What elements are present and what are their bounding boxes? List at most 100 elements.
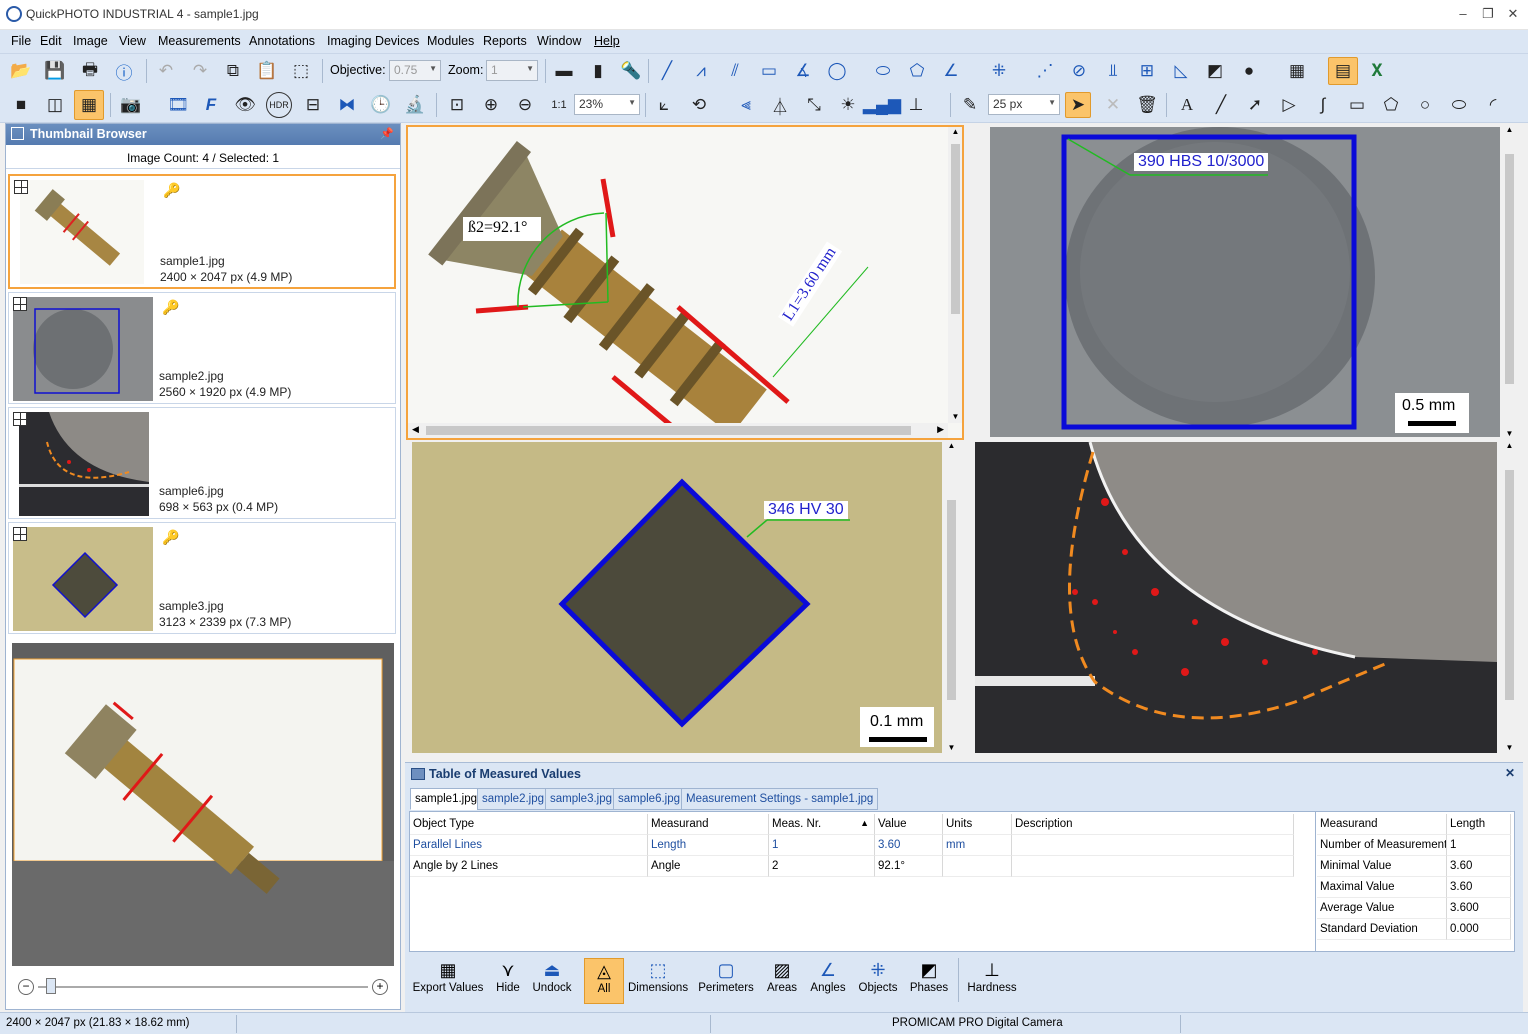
image-view-sample6[interactable]: ▲ ▼ bbox=[966, 441, 1522, 754]
single-view-icon[interactable]: ■ bbox=[8, 92, 34, 118]
distance-points-icon[interactable]: ⋰ bbox=[1032, 58, 1058, 84]
angle-measure-icon[interactable]: ∡ bbox=[790, 58, 816, 84]
export-values-button[interactable]: ▦ Export Values bbox=[412, 958, 484, 1004]
curve-tool-icon[interactable]: ∫ bbox=[1310, 92, 1336, 118]
resize-icon[interactable]: ⤡ bbox=[801, 92, 827, 118]
circle-fit-icon[interactable]: ⊘ bbox=[1066, 58, 1092, 84]
copy-icon[interactable]: ⧉ bbox=[220, 58, 246, 84]
table-cell[interactable] bbox=[1012, 835, 1294, 856]
extended-focus-icon[interactable]: ⧓ bbox=[334, 92, 360, 118]
trash-icon[interactable]: 🗑 bbox=[1134, 92, 1160, 118]
paste-icon[interactable]: 📋 bbox=[254, 58, 280, 84]
angle-annotation[interactable]: ß2=92.1° bbox=[468, 219, 527, 237]
zoom-percent-select[interactable]: 23% ▼ bbox=[574, 94, 640, 115]
line-tool-icon[interactable]: ╱ bbox=[1208, 92, 1234, 118]
fit-view-icon[interactable]: ⊡ bbox=[444, 92, 470, 118]
table-cell[interactable]: Parallel Lines bbox=[410, 835, 648, 856]
horizontal-scrollbar[interactable]: ◀ ▶ bbox=[408, 423, 948, 438]
stamp-icon[interactable]: ⊥ bbox=[903, 92, 929, 118]
text-tool-icon[interactable]: A bbox=[1174, 92, 1200, 118]
minimize-button[interactable]: – bbox=[1452, 4, 1474, 24]
triangle-ruler-icon[interactable]: ◺ bbox=[1168, 58, 1194, 84]
pointer-icon[interactable]: ➤ bbox=[1065, 92, 1091, 118]
menu-modules[interactable]: Modules bbox=[427, 34, 474, 48]
hide-button[interactable]: ⋎ Hide bbox=[490, 958, 526, 1004]
print-icon[interactable]: 🖶 bbox=[77, 58, 103, 84]
menu-image[interactable]: Image bbox=[73, 34, 108, 48]
table-cell[interactable]: 92.1° bbox=[875, 856, 943, 877]
image-view-sample3[interactable]: 346 HV 30 0.1 mm ▲ ▼ bbox=[406, 441, 964, 754]
tab-sample3[interactable]: sample3.jpg bbox=[545, 788, 618, 810]
table-cell[interactable] bbox=[1012, 856, 1294, 877]
table-cell[interactable]: Angle by 2 Lines bbox=[410, 856, 648, 877]
objective-select[interactable]: 0.75 ▼ bbox=[389, 60, 441, 81]
tab-measurement-settings[interactable]: Measurement Settings - sample1.jpg bbox=[681, 788, 879, 810]
vertical-scrollbar[interactable]: ▲ ▼ bbox=[944, 441, 959, 754]
filter-perimeters-button[interactable]: ▢ Perimeters bbox=[696, 958, 756, 1004]
table-cell[interactable]: 1 bbox=[769, 835, 875, 856]
zoom-out-icon[interactable]: ⊖ bbox=[512, 92, 538, 118]
camera-icon[interactable]: 📷 bbox=[118, 92, 144, 118]
filter-objects-button[interactable]: ⁜ Objects bbox=[855, 958, 901, 1004]
menu-annotations[interactable]: Annotations bbox=[249, 34, 315, 48]
filter-icon[interactable]: F bbox=[198, 92, 224, 118]
column-header[interactable]: Description bbox=[1012, 814, 1294, 835]
arrow-tool-icon[interactable]: ➚ bbox=[1242, 92, 1268, 118]
parallel-lines-icon[interactable]: ⫽ bbox=[722, 58, 748, 84]
menu-measurements[interactable]: Measurements bbox=[158, 34, 241, 48]
maximize-button[interactable]: ❐ bbox=[1477, 4, 1499, 24]
microscope-settings-icon[interactable]: 🔬 bbox=[402, 92, 428, 118]
select-region-icon[interactable]: ⬚ bbox=[288, 58, 314, 84]
zoom-select[interactable]: 1 ▼ bbox=[486, 60, 538, 81]
ellipse-measure-icon[interactable]: ⬭ bbox=[870, 58, 896, 84]
dual-view-icon[interactable]: ◫ bbox=[42, 92, 68, 118]
table-cell[interactable]: mm bbox=[943, 835, 1012, 856]
pin-icon[interactable]: 📌 bbox=[380, 127, 394, 140]
mirror-icon[interactable]: ⏃ bbox=[767, 92, 793, 118]
filter-phases-button[interactable]: ◩ Phases bbox=[906, 958, 952, 1004]
line-measure-icon[interactable]: ╱ bbox=[654, 58, 680, 84]
flip-icon[interactable]: ⫷ bbox=[733, 92, 759, 118]
vertical-scrollbar[interactable]: ▲ ▼ bbox=[1502, 125, 1517, 440]
film-icon[interactable]: 🎞 bbox=[165, 92, 191, 118]
angle-3pt-icon[interactable]: ∠ bbox=[938, 58, 964, 84]
filter-angles-button[interactable]: ∠ Angles bbox=[808, 958, 848, 1004]
grid-icon[interactable]: ▦ bbox=[1284, 58, 1310, 84]
particles-icon[interactable]: ● bbox=[1236, 58, 1262, 84]
column-header[interactable]: Meas. Nr. ▲ bbox=[769, 814, 875, 835]
menu-reports[interactable]: Reports bbox=[483, 34, 527, 48]
stitch-icon[interactable]: ⊟ bbox=[300, 92, 326, 118]
rectangle-measure-icon[interactable]: ▭ bbox=[756, 58, 782, 84]
close-panel-icon[interactable]: ✕ bbox=[1505, 766, 1515, 780]
undo-icon[interactable]: ↶ bbox=[153, 58, 179, 84]
column-header[interactable]: Units bbox=[943, 814, 1012, 835]
quad-view-icon[interactable]: ▦ bbox=[74, 90, 104, 120]
pen-color-icon[interactable]: ✎ bbox=[957, 92, 983, 118]
table-cell[interactable]: Angle bbox=[648, 856, 769, 877]
ellipse-tool-icon[interactable]: ⬭ bbox=[1446, 92, 1472, 118]
grid-measure-icon[interactable]: ⊞ bbox=[1134, 58, 1160, 84]
rotate-icon[interactable]: ⟲ bbox=[686, 92, 712, 118]
navigator-zoom-slider[interactable] bbox=[38, 986, 368, 988]
filter-dimensions-button[interactable]: ⬚ Dimensions bbox=[628, 958, 688, 1004]
vertical-scrollbar[interactable]: ▲ ▼ bbox=[1502, 441, 1517, 754]
thumbnail-item[interactable]: 🔑 sample1.jpg 2400 × 2047 px (4.9 MP) bbox=[8, 174, 396, 289]
hv-annotation[interactable]: 346 HV 30 bbox=[764, 501, 848, 519]
phase-icon[interactable]: ◩ bbox=[1202, 58, 1228, 84]
zoom-in-icon[interactable]: ⊕ bbox=[478, 92, 504, 118]
redo-icon[interactable]: ↷ bbox=[187, 58, 213, 84]
vertical-scale-icon[interactable]: ▮ bbox=[585, 58, 611, 84]
table-cell[interactable]: Length bbox=[648, 835, 769, 856]
timelapse-icon[interactable]: 🕒 bbox=[368, 92, 394, 118]
microscope-icon[interactable]: 🔦 bbox=[618, 58, 644, 84]
menu-imaging-devices[interactable]: Imaging Devices bbox=[327, 34, 419, 48]
crop-icon[interactable]: ⟀ bbox=[651, 92, 677, 118]
column-header[interactable]: Value bbox=[875, 814, 943, 835]
zoom-one-icon[interactable]: 1:1 bbox=[546, 92, 572, 118]
open-folder-icon[interactable]: 📂 bbox=[8, 58, 34, 84]
menu-file[interactable]: File bbox=[11, 34, 31, 48]
image-view-sample2[interactable]: 390 HBS 10/3000 0.5 mm ▲ ▼ bbox=[966, 125, 1522, 440]
line-width-select[interactable]: 25 px ▼ bbox=[988, 94, 1060, 115]
navigator-preview[interactable] bbox=[12, 643, 394, 966]
hbs-annotation[interactable]: 390 HBS 10/3000 bbox=[1134, 153, 1269, 171]
